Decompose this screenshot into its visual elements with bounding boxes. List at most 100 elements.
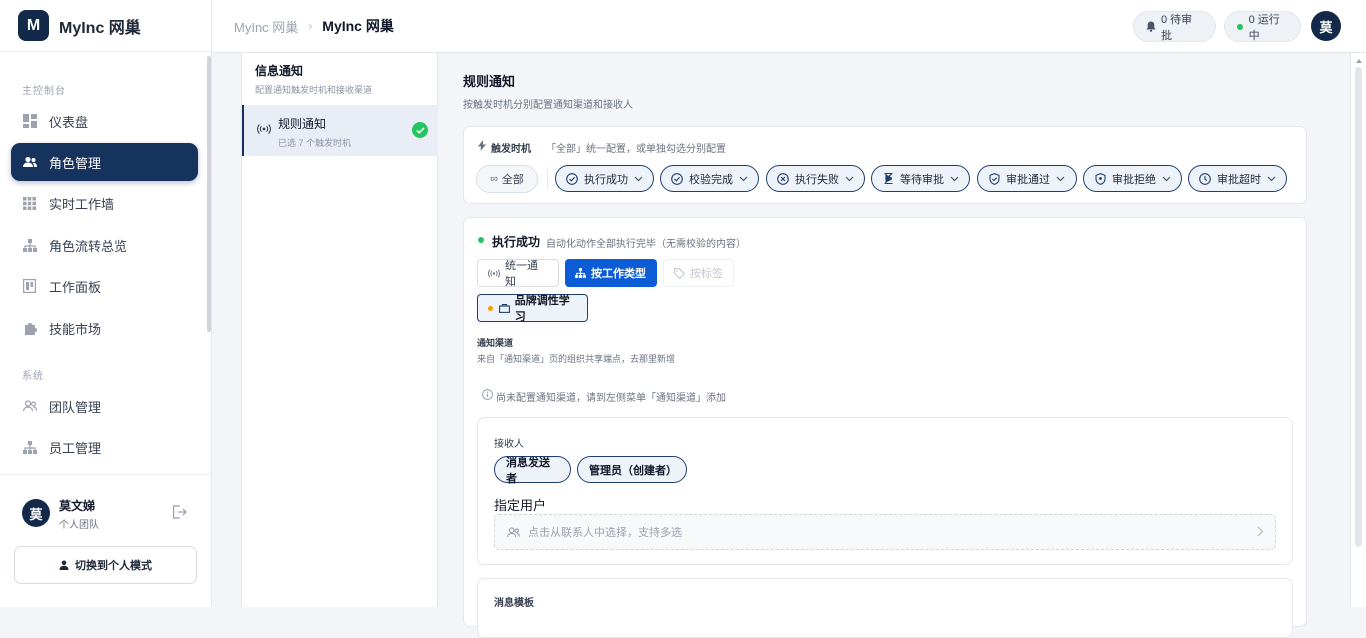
panel-title: 信息通知 [255,64,304,78]
chip-label: 校验完成 [689,173,733,186]
clock-icon [1199,172,1211,185]
sidebar-scrollbar[interactable] [207,56,211,332]
main-scrollbar[interactable] [1350,53,1366,607]
user-avatar: 莫 [22,499,50,527]
trigger-all-chip[interactable]: ∞ 全部 [476,165,538,193]
chip-label: 审批超时 [1217,173,1261,186]
trigger-chip-approved[interactable]: 审批通过 [977,165,1077,192]
check-badge-icon [412,122,428,138]
chip-label: 执行成功 [584,173,628,186]
board-icon [22,279,37,294]
check-circle-icon [671,172,683,185]
recipient-tag-admin[interactable]: 管理员（创建者） [577,456,687,483]
recipients-card: 接收人 消息发送者 管理员（创建者） 指定用户 点击从联系人中选择，支持多选 [477,417,1293,565]
worktype-chip[interactable]: 品牌调性学习 [477,294,588,323]
mode-unified-button[interactable]: 统一通知 [477,259,559,288]
breadcrumb-root[interactable]: MyInc 网巢 [234,17,298,36]
broadcast-icon [257,124,271,134]
shield-check-icon [988,172,1000,185]
pending-approvals-pill[interactable]: 0 待审批 [1133,11,1216,42]
x-circle-icon [777,172,789,185]
panel-subtitle: 配置通知触发时机和接收渠道 [255,85,373,95]
grid-icon [22,196,37,211]
trigger-chip-await-approval[interactable]: 等待审批 [871,165,970,192]
mode-unified-label: 统一通知 [505,260,538,288]
sidebar-item-roles[interactable]: 角色管理 [11,143,198,181]
sidebar-item-dashboard[interactable]: 仪表盘 [11,102,198,140]
pending-approvals-label: 0 待审批 [1161,13,1193,42]
mode-by-worktype-button[interactable]: 按工作类型 [565,259,657,287]
dashboard-icon [22,114,37,129]
brand[interactable]: M MyInc 网巢 [0,0,211,52]
mode-by-tag-label: 按标签 [690,268,723,280]
status-dot [478,237,484,243]
mode-by-tag-button[interactable]: 按标签 [663,259,734,287]
chevron-down-icon [739,176,748,182]
sidebar-item-label: 工作面板 [49,279,102,295]
sidebar-item-team[interactable]: 团队管理 [11,387,198,425]
notification-panel: 信息通知 配置通知触发时机和接收渠道 规则通知 已选 7 个触发时机 [241,53,438,607]
template-card: 消息模板 [477,578,1293,638]
top-avatar[interactable]: 莫 [1311,11,1341,41]
page-title: 规则通知 [463,74,516,89]
sidebar-item-work-board[interactable]: 工作面板 [11,267,198,305]
trigger-chip-exec-failed[interactable]: 执行失败 [766,165,865,192]
chip-label: 审批通过 [1006,173,1050,186]
main-content: 规则通知 按触发时机分别配置通知渠道和接收人 触发时机 「全部」统一配置，或单独… [438,53,1333,638]
user-name: 莫文娣 [59,499,96,513]
users-icon [22,155,37,170]
trigger-chip-exec-success[interactable]: 执行成功 [555,165,654,192]
trigger-all-label: 全部 [501,174,524,186]
running-pill[interactable]: 0 运行中 [1224,11,1301,42]
sidebar-item-staff[interactable]: 员工管理 [11,428,198,466]
sidebar-item-role-flow[interactable]: 角色流转总览 [11,226,198,264]
logout-icon[interactable] [172,505,187,524]
running-label: 0 运行中 [1248,13,1280,42]
sidebar-item-label: 员工管理 [49,440,102,456]
section-label-system: 系统 [22,371,44,382]
team-icon [507,526,520,538]
team-icon [22,399,37,414]
chip-label: 执行失败 [795,173,839,186]
chevron-down-icon [1267,176,1276,182]
chevron-down-icon [950,176,959,182]
bell-icon [1146,21,1156,32]
hierarchy-icon [575,268,586,278]
assign-users-placeholder: 点击从联系人中选择，支持多选 [528,527,682,539]
switch-personal-button[interactable]: 切换到个人模式 [14,546,197,584]
trigger-chip-timeout[interactable]: 审批超时 [1188,165,1287,192]
running-dot [1237,23,1243,30]
switch-personal-label: 切换到个人模式 [75,560,152,572]
scroll-thumb[interactable] [1355,67,1362,547]
sidebar: M MyInc 网巢 主控制台 仪表盘 角色管理 实时工作墙 角色流转总览 工作… [0,0,212,607]
assign-users-picker[interactable]: 点击从联系人中选择，支持多选 [494,514,1276,550]
brand-logo: M [18,10,49,41]
recipients-title: 接收人 [494,439,524,450]
check-circle-icon [566,172,578,185]
sidebar-item-live-wall[interactable]: 实时工作墙 [11,184,198,222]
topbar: MyInc 网巢 › MyInc 网巢 0 待审批 0 运行中 莫 [212,0,1366,53]
scroll-up-icon[interactable] [1356,59,1362,63]
sidebar-item-label: 实时工作墙 [49,196,115,212]
panel-item-rule-notification[interactable]: 规则通知 已选 7 个触发时机 [242,105,438,156]
chevron-down-icon [845,176,854,182]
hierarchy-icon [22,238,37,253]
hourglass-icon [882,173,894,185]
worktype-dot [488,305,493,311]
puzzle-icon [22,321,37,336]
section-label-main: 主控制台 [22,86,66,97]
trigger-chip-rejected[interactable]: 审批拒绝 [1083,165,1182,192]
recipient-tag-sender[interactable]: 消息发送者 [494,456,571,485]
page-subtitle: 按触发时机分别配置通知渠道和接收人 [463,100,633,111]
trigger-hint: 「全部」统一配置，或单独勾选分别配置 [546,144,726,155]
sidebar-item-label: 技能市场 [49,321,102,337]
breadcrumb-current: MyInc 网巢 [322,18,394,34]
event-title: 执行成功 [492,235,541,249]
chevron-right-icon [1257,526,1264,537]
chevron-down-icon [634,176,643,182]
trigger-label: 触发时机 [491,144,531,155]
chip-label: 审批拒绝 [1112,173,1156,186]
sidebar-item-label: 角色流转总览 [49,238,128,254]
sidebar-item-skill-market[interactable]: 技能市场 [11,309,198,347]
trigger-chip-verify-done[interactable]: 校验完成 [660,165,759,192]
